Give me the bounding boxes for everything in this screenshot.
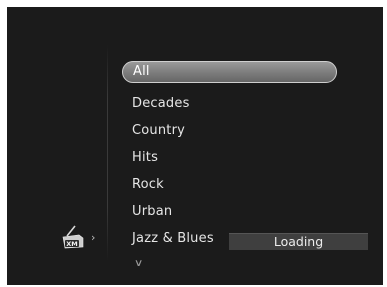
menu-item-rock[interactable]: Rock [122,171,337,198]
xm-radio-screen: All Decades Country Hits Rock Urban Jazz… [7,7,383,285]
menu-item-all[interactable]: All [122,61,337,83]
menu-item-urban[interactable]: Urban [122,198,337,225]
menu-item-decades[interactable]: Decades [122,90,337,117]
vertical-divider [107,45,108,261]
menu-item-country[interactable]: Country [122,117,337,144]
source-chevron-icon: › [91,231,96,244]
xm-antenna-icon: XM [62,225,84,249]
menu-item-label: Decades [132,96,190,111]
loading-text: Loading [273,234,324,249]
scroll-down-icon[interactable]: ∨ [134,258,144,269]
menu-item-label: Hits [132,150,159,165]
loading-status-bar: Loading [229,233,368,250]
menu-item-label: All [133,64,150,79]
category-menu: All Decades Country Hits Rock Urban Jazz… [122,61,337,252]
menu-item-label: Jazz & Blues [132,231,214,246]
menu-item-label: Urban [132,204,173,219]
menu-item-label: Rock [132,177,164,192]
menu-item-label: Country [132,123,186,138]
menu-item-hits[interactable]: Hits [122,144,337,171]
xm-logo-text: XM [66,240,77,248]
